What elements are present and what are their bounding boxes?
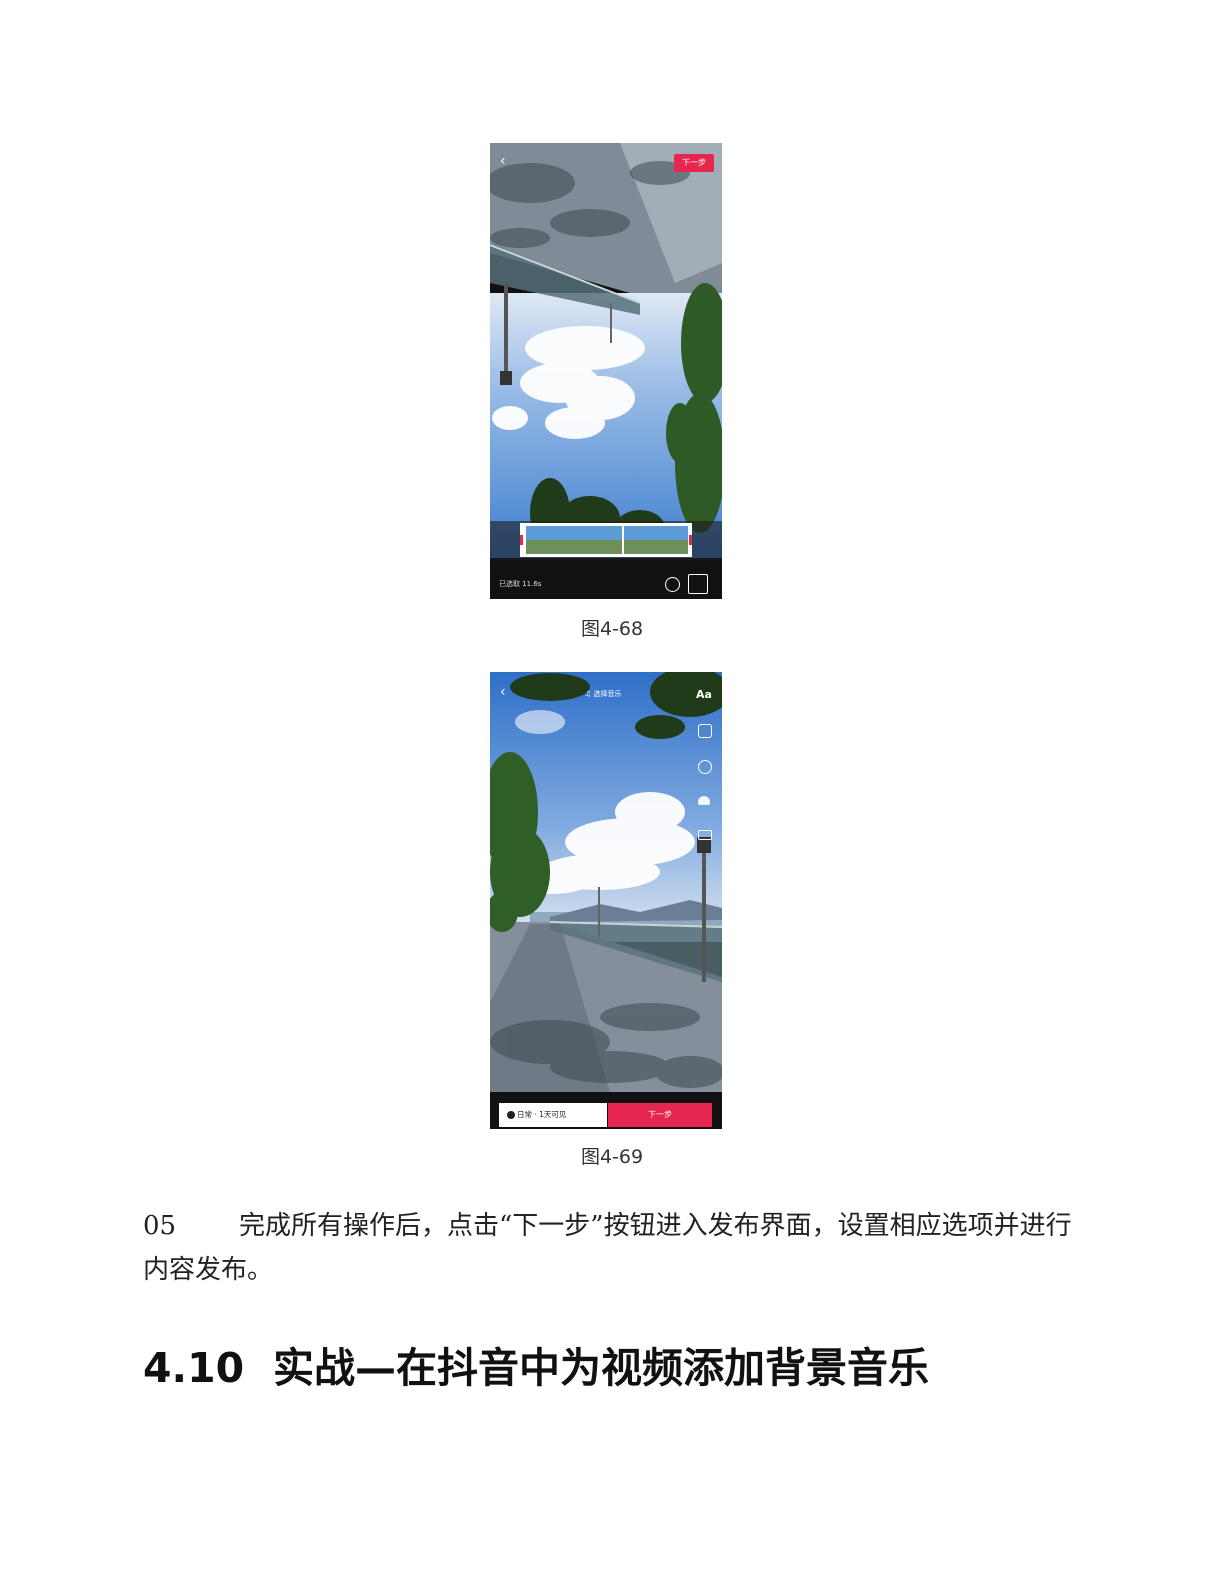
figure-caption: 图4-69: [580, 1146, 644, 1168]
step-paragraph: 05 完成所有操作后，点击“下一步”按钮进入发布界面，设置相应选项并进行内容发布。: [143, 1204, 1083, 1292]
figure-4-68-screenshot: ‹ 下一步 已选取 11.6s: [490, 143, 722, 599]
music-note-icon: ♫: [585, 690, 592, 698]
plus-circle-icon: [507, 1111, 515, 1119]
next-step-button[interactable]: 下一步: [674, 154, 714, 172]
next-step-button[interactable]: 下一步: [608, 1103, 712, 1127]
flipped-video-frame: [490, 143, 722, 599]
section-title: 实战—在抖音中为视频添加背景音乐: [273, 1344, 929, 1392]
speed-icon[interactable]: [665, 577, 680, 592]
effects-icon[interactable]: [698, 796, 710, 805]
sticker-icon[interactable]: [698, 724, 712, 738]
section-heading: 4.10 实战—在抖音中为视频添加背景音乐: [143, 1342, 1143, 1394]
selected-duration-label: 已选取 11.6s: [499, 580, 542, 588]
filter-icon[interactable]: [698, 830, 712, 840]
figure-caption: 图4-68: [580, 618, 644, 640]
figure-4-69-screenshot: ‹ ♫ 选择音乐 Aa 日常 · 1天可见 下一步: [490, 672, 722, 1129]
text-tool-button[interactable]: Aa: [696, 688, 712, 701]
step-number: 05: [143, 1211, 177, 1241]
section-number: 4.10: [143, 1344, 245, 1392]
choose-music-label: 选择音乐: [593, 690, 622, 698]
rotate-icon[interactable]: [688, 574, 708, 594]
timer-icon[interactable]: [698, 760, 712, 774]
choose-music-button[interactable]: ♫ 选择音乐: [585, 689, 622, 699]
back-chevron-icon[interactable]: ‹: [500, 153, 506, 169]
visibility-option-button[interactable]: 日常 · 1天可见: [499, 1103, 607, 1127]
visibility-option-label: 日常 · 1天可见: [517, 1110, 567, 1119]
video-frame: [490, 672, 722, 1129]
step-text: 完成所有操作后，点击“下一步”按钮进入发布界面，设置相应选项并进行内容发布。: [143, 1211, 1072, 1285]
back-chevron-icon[interactable]: ‹: [500, 684, 506, 700]
